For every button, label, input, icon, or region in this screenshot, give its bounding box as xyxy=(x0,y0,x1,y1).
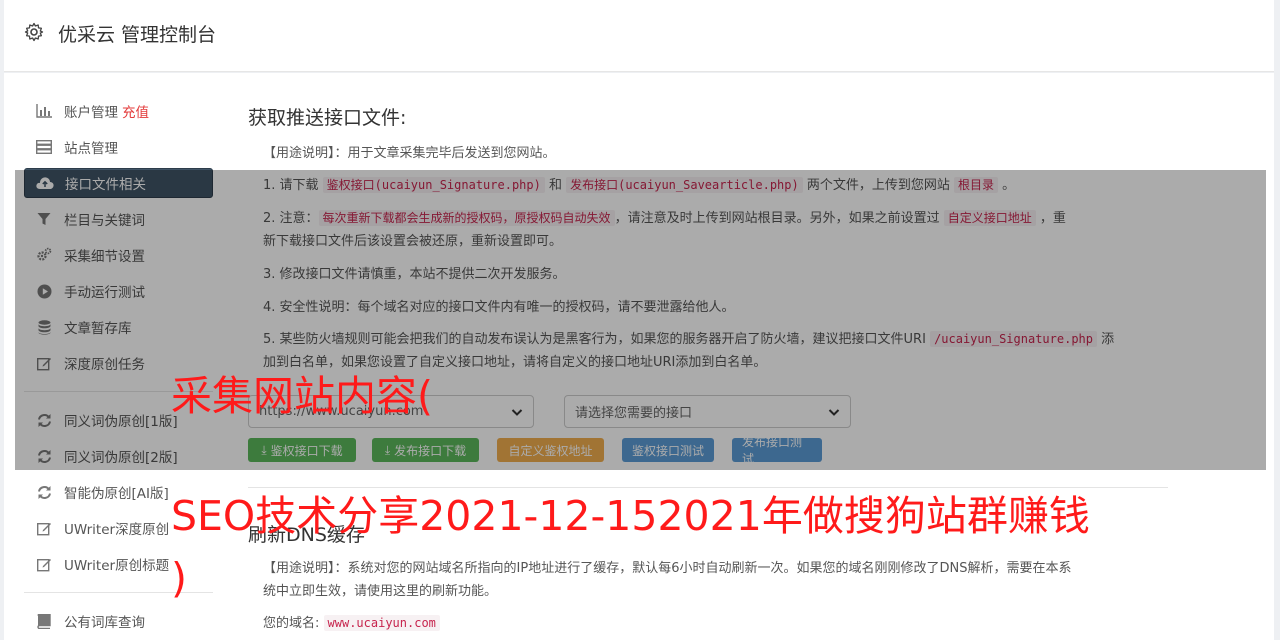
edit-icon xyxy=(35,519,53,537)
step-text: 新下载接口文件后该设置会被还原，重新设置即可。 xyxy=(263,234,563,249)
dns-usage-text: ：系统对您的网站域名所指向的IP地址进行了缓存，默认每6小时自动刷新一次。如果您… xyxy=(334,561,1072,576)
book-icon xyxy=(35,612,53,630)
watermark-line-1: 采集网站内容( xyxy=(171,372,433,420)
publish-download-button[interactable]: ⤓ 发布接口下载 xyxy=(372,438,479,462)
step-1: 1. 请下载 鉴权接口(ucaiyun_Signature.php) 和 发布接… xyxy=(263,174,1015,197)
button-label: 发布接口下载 xyxy=(394,443,467,458)
sidebar-item-label: 站点管理 xyxy=(64,141,118,157)
step-text: 添 xyxy=(1097,332,1115,347)
server-icon xyxy=(35,138,53,156)
custom-signature-address-button[interactable]: 自定义鉴权地址 xyxy=(497,438,604,462)
sidebar-item-label: UWriter深度原创 xyxy=(64,522,170,538)
step-text: 和 xyxy=(544,178,567,193)
app-header: 优采云 管理控制台 xyxy=(4,0,1274,72)
sidebar-item-label: 深度原创任务 xyxy=(64,357,145,373)
download-icon: ⤓ xyxy=(261,442,267,457)
publish-test-button[interactable]: 发布接口测试 xyxy=(732,435,822,466)
filter-icon xyxy=(35,210,53,228)
gears-icon xyxy=(35,246,53,264)
watermark-line-3: ) xyxy=(171,554,187,602)
step-text: 。 xyxy=(998,178,1016,193)
sidebar-item-manual-run[interactable]: 手动运行测试 xyxy=(24,276,213,306)
section-divider xyxy=(248,487,1168,488)
step-2: 2. 注意： 每次重新下载都会生成新的授权码，原授权码自动失效 ，请注意及时上传到网… xyxy=(263,207,1153,253)
usage-label: 【用途说明】 xyxy=(263,561,335,576)
sidebar-item-label: UWriter原创标题 xyxy=(64,558,170,574)
savearticle-file-link[interactable]: 发布接口(ucaiyun_Savearticle.php) xyxy=(566,177,803,193)
sidebar-item-public-lexicon[interactable]: 公有词库查询 xyxy=(24,606,213,636)
refresh-icon xyxy=(35,411,53,429)
signature-download-button[interactable]: ⤓ 鉴权接口下载 xyxy=(248,438,356,462)
gear-icon xyxy=(24,22,44,42)
sidebar-item-article-store[interactable]: 文章暂存库 xyxy=(24,312,213,342)
refresh-icon xyxy=(35,447,53,465)
signature-test-button[interactable]: 鉴权接口测试 xyxy=(622,438,714,462)
database-icon xyxy=(35,318,53,336)
api-select-value: 请选择您需要的接口 xyxy=(575,406,693,421)
watermark-line-2: SEO技术分享2021-12-152021年做搜狗站群赚钱 xyxy=(171,492,1090,540)
sidebar-item-label: 智能伪原创[AI版] xyxy=(64,486,169,502)
step-text: 1. 请下载 xyxy=(263,178,323,193)
step-5: 5. 某些防火墙规则可能会把我们的自动发布误认为是黑客行为，如果您的服务器开启了… xyxy=(263,328,1153,374)
download-icon: ⤓ xyxy=(384,442,391,457)
edit-icon xyxy=(35,354,53,372)
section-title-api-files: 获取推送接口文件: xyxy=(248,107,407,129)
usage-note: 【用途说明】：用于文章采集完毕后发送到您网站。 xyxy=(263,142,556,165)
usage-label: 【用途说明】 xyxy=(263,146,335,161)
usage-text: ：用于文章采集完毕后发送到您网站。 xyxy=(334,146,556,161)
step-text: 5. 某些防火墙规则可能会把我们的自动发布误认为是黑客行为，如果您的服务器开启了… xyxy=(263,332,931,347)
sidebar-item-label: 手动运行测试 xyxy=(64,285,145,301)
sidebar-item-account[interactable]: 账户管理 充值 xyxy=(24,96,213,126)
button-label: 自定义鉴权地址 xyxy=(508,443,593,458)
sidebar-item-api-files[interactable]: 接口文件相关 xyxy=(24,168,213,198)
step-4: 4. 安全性说明：每个域名对应的接口文件内有唯一的授权码，请不要泄露给他人。 xyxy=(263,300,735,315)
sidebar-item-label: 同义词伪原创[1版] xyxy=(64,414,178,430)
step-text: ，重 xyxy=(1035,211,1066,226)
chevron-down-icon xyxy=(828,409,840,416)
sidebar-item-label: 公有词库查询 xyxy=(64,615,145,631)
step-text: 两个文件，上传到您网站 xyxy=(802,178,954,193)
play-circle-icon xyxy=(35,282,53,300)
dns-usage-text: 统中立即生效，请使用这里的刷新功能。 xyxy=(263,584,498,599)
sidebar-item-label: 接口文件相关 xyxy=(65,177,146,193)
domain-row: 您的域名: www.ucaiyun.com xyxy=(263,612,440,635)
sidebar-item-label: 栏目与关键词 xyxy=(64,213,145,229)
sidebar-item-collect-settings[interactable]: 采集细节设置 xyxy=(24,240,213,270)
sidebar-item-sites[interactable]: 站点管理 xyxy=(24,132,213,162)
chevron-down-icon xyxy=(511,409,523,416)
signature-file-link[interactable]: 鉴权接口(ucaiyun_Signature.php) xyxy=(322,177,545,193)
sidebar-item-synonym-v2[interactable]: 同义词伪原创[2版] xyxy=(24,441,213,471)
sidebar-item-label: 采集细节设置 xyxy=(64,249,145,265)
step-text: 2. 注意： xyxy=(263,211,319,226)
page-title: 优采云 管理控制台 xyxy=(58,24,217,46)
step-text: 加到白名单，如果您设置了自定义接口地址，请将自定义的接口地址URI添加到白名单。 xyxy=(263,355,767,370)
sidebar-item-label: 文章暂存库 xyxy=(64,321,132,337)
step-text: ，请注意及时上传到网站根目录。另外，如果之前设置过 xyxy=(614,211,944,226)
edit-icon xyxy=(35,555,53,573)
step-3: 3. 修改接口文件请慎重，本站不提供二次开发服务。 xyxy=(263,267,566,282)
warning-code: 每次重新下载都会生成新的授权码，原授权码自动失效 xyxy=(318,210,615,226)
button-label: 鉴权接口测试 xyxy=(632,443,705,458)
cloud-upload-icon xyxy=(36,174,54,192)
custom-addr-code: 自定义接口地址 xyxy=(943,210,1036,226)
api-select[interactable]: 请选择您需要的接口 xyxy=(564,395,851,428)
dns-usage-note: 【用途说明】：系统对您的网站域名所指向的IP地址进行了缓存，默认每6小时自动刷新… xyxy=(263,557,1153,603)
sidebar-item-label: 同义词伪原创[2版] xyxy=(64,450,178,466)
sidebar-item-label: 账户管理 xyxy=(64,105,118,121)
domain-value: www.ucaiyun.com xyxy=(323,615,440,631)
recharge-link[interactable]: 充值 xyxy=(122,101,149,121)
button-label: 鉴权接口下载 xyxy=(270,443,343,458)
refresh-icon xyxy=(35,483,53,501)
root-dir-code: 根目录 xyxy=(954,177,999,193)
uri-code: /ucaiyun_Signature.php xyxy=(930,331,1098,347)
bar-chart-icon xyxy=(35,102,53,120)
sidebar-item-categories[interactable]: 栏目与关键词 xyxy=(24,204,213,234)
button-label: 发布接口测试 xyxy=(742,435,803,466)
domain-label: 您的域名: xyxy=(263,616,320,631)
